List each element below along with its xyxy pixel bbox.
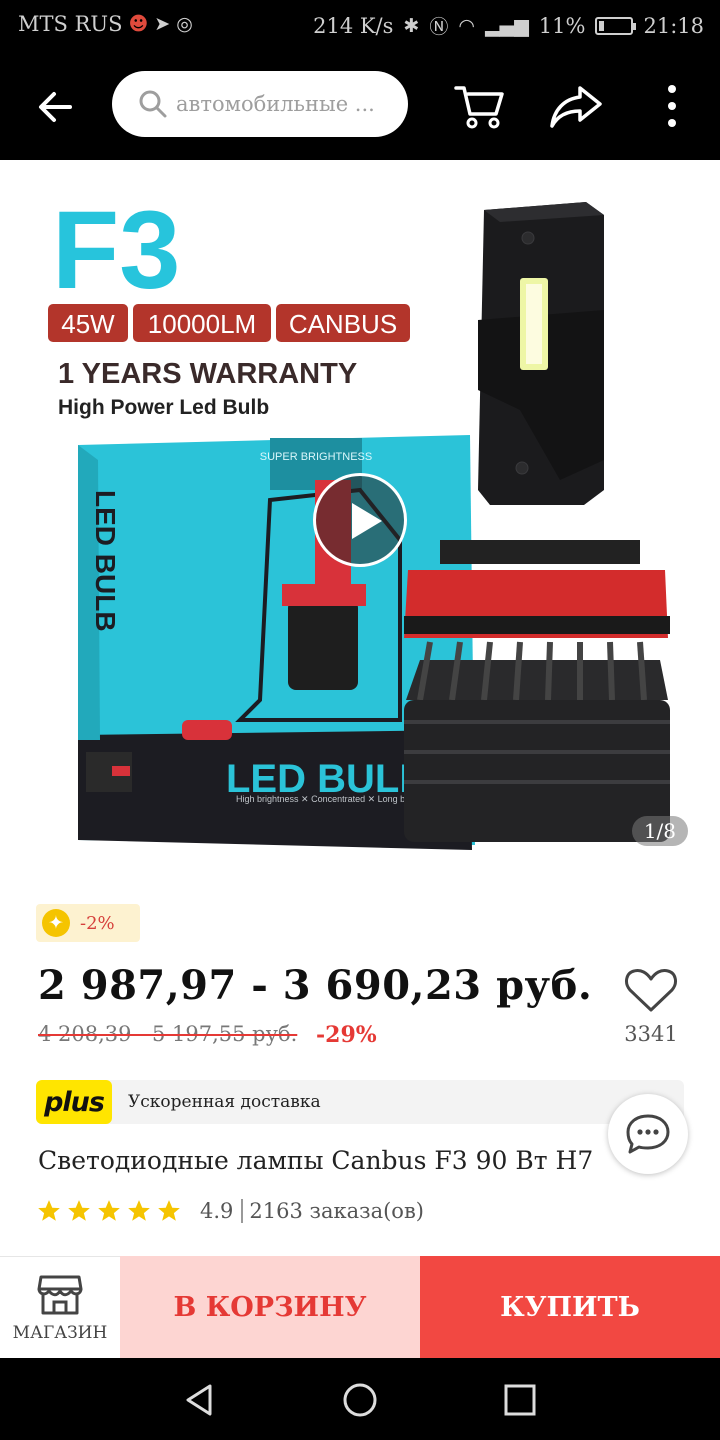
clock: 21:18 xyxy=(643,13,704,38)
add-to-cart-button[interactable]: В КОРЗИНУ xyxy=(120,1256,420,1358)
back-arrow-icon xyxy=(39,92,72,122)
battery-percent: 11% xyxy=(538,13,586,38)
play-video-button[interactable] xyxy=(313,473,407,567)
cart-icon xyxy=(454,86,504,129)
art-model: F3 xyxy=(52,189,180,312)
search-input[interactable]: автомобильные ... xyxy=(112,71,408,137)
divider xyxy=(241,1199,244,1223)
star-icon xyxy=(38,1200,60,1221)
delivery-text: Ускоренная доставка xyxy=(128,1092,321,1112)
nfc-icon: Ⓝ xyxy=(429,16,449,38)
art-tag-3: CANBUS xyxy=(289,309,397,339)
nav-back-icon[interactable] xyxy=(180,1380,220,1420)
nav-recents-icon[interactable] xyxy=(500,1380,540,1420)
action-bar: МАГАЗИН В КОРЗИНУ КУПИТЬ xyxy=(0,1256,720,1358)
store-icon xyxy=(37,1275,83,1315)
wishlist-button[interactable]: 3341 xyxy=(622,966,680,1056)
buy-now-button[interactable]: КУПИТЬ xyxy=(420,1256,720,1358)
notification-app-icon: ☻ xyxy=(128,13,149,35)
old-price: 4 208,39 - 5 197,55 руб. xyxy=(38,1022,298,1046)
back-button[interactable] xyxy=(30,82,80,132)
product-title: Светодиодные лампы Canbus F3 90 Вт H7 xyxy=(38,1146,594,1175)
discount-percent: -29% xyxy=(316,1022,377,1048)
store-button[interactable]: МАГАЗИН xyxy=(0,1256,120,1358)
art-tag-2: 10000LM xyxy=(148,309,256,339)
app-header: автомобильные ... xyxy=(0,60,720,152)
art-warranty: 1 YEARS WARRANTY xyxy=(58,358,357,390)
star-icon xyxy=(128,1200,150,1221)
telegram-icon: ➤ xyxy=(154,13,171,35)
store-label: МАГАЗИН xyxy=(12,1323,108,1343)
orders-count: 2163 заказа(ов) xyxy=(249,1199,424,1223)
discount-badge: ✦ -2% xyxy=(36,904,140,942)
star-icon xyxy=(158,1200,180,1221)
star-icon xyxy=(98,1200,120,1221)
plus-logo: plus xyxy=(36,1080,112,1124)
wishlist-count: 3341 xyxy=(624,1022,678,1046)
chat-button[interactable] xyxy=(608,1094,688,1174)
art-box-side: LED BULB xyxy=(90,490,121,632)
wifi-icon: ◠ xyxy=(458,14,475,37)
heart-icon xyxy=(625,969,677,1012)
share-icon xyxy=(550,86,602,128)
share-button[interactable] xyxy=(548,78,604,134)
signal-icon: ▂▄▆ xyxy=(484,14,529,37)
image-counter: 1/8 xyxy=(631,816,688,846)
art-tag-1: 45W xyxy=(61,309,115,339)
delivery-banner[interactable]: plus Ускоренная доставка xyxy=(36,1080,684,1124)
more-icon xyxy=(668,85,676,127)
product-image-gallery[interactable]: F3 45W 10000LM CANBUS 1 YEARS WARRANTY H… xyxy=(0,160,720,882)
art-box-top: SUPER BRIGHTNESS xyxy=(260,451,372,463)
rating-row[interactable]: 4.9 2163 заказа(ов) xyxy=(36,1198,424,1224)
search-placeholder: автомобильные ... xyxy=(176,92,375,116)
badge-text: -2% xyxy=(80,912,115,934)
chat-icon xyxy=(626,1114,670,1154)
carrier-name: MTS RUS xyxy=(18,12,123,36)
rating-stars xyxy=(36,1198,182,1224)
art-subtitle: High Power Led Bulb xyxy=(58,396,269,419)
nav-home-icon[interactable] xyxy=(340,1380,380,1420)
top-bar: MTS RUS ☻ ➤ ◎ 214 K/s ✱ Ⓝ ◠ ▂▄▆ 11% 21:1… xyxy=(0,0,720,160)
coin-star-icon: ✦ xyxy=(42,909,70,937)
rating-value: 4.9 xyxy=(200,1199,234,1223)
network-speed: 214 K/s xyxy=(313,13,394,38)
search-icon xyxy=(139,90,167,118)
status-bar: MTS RUS ☻ ➤ ◎ 214 K/s ✱ Ⓝ ◠ ▂▄▆ 11% 21:1… xyxy=(0,0,720,52)
price-range: 2 987,97 - 3 690,23 руб. xyxy=(38,962,593,1009)
bluetooth-icon: ✱ xyxy=(403,14,420,37)
instagram-icon: ◎ xyxy=(176,13,193,35)
cart-button[interactable] xyxy=(452,78,508,134)
star-icon xyxy=(68,1200,90,1221)
battery-icon xyxy=(595,16,637,35)
system-nav-bar xyxy=(0,1358,720,1440)
more-button[interactable] xyxy=(644,78,700,134)
